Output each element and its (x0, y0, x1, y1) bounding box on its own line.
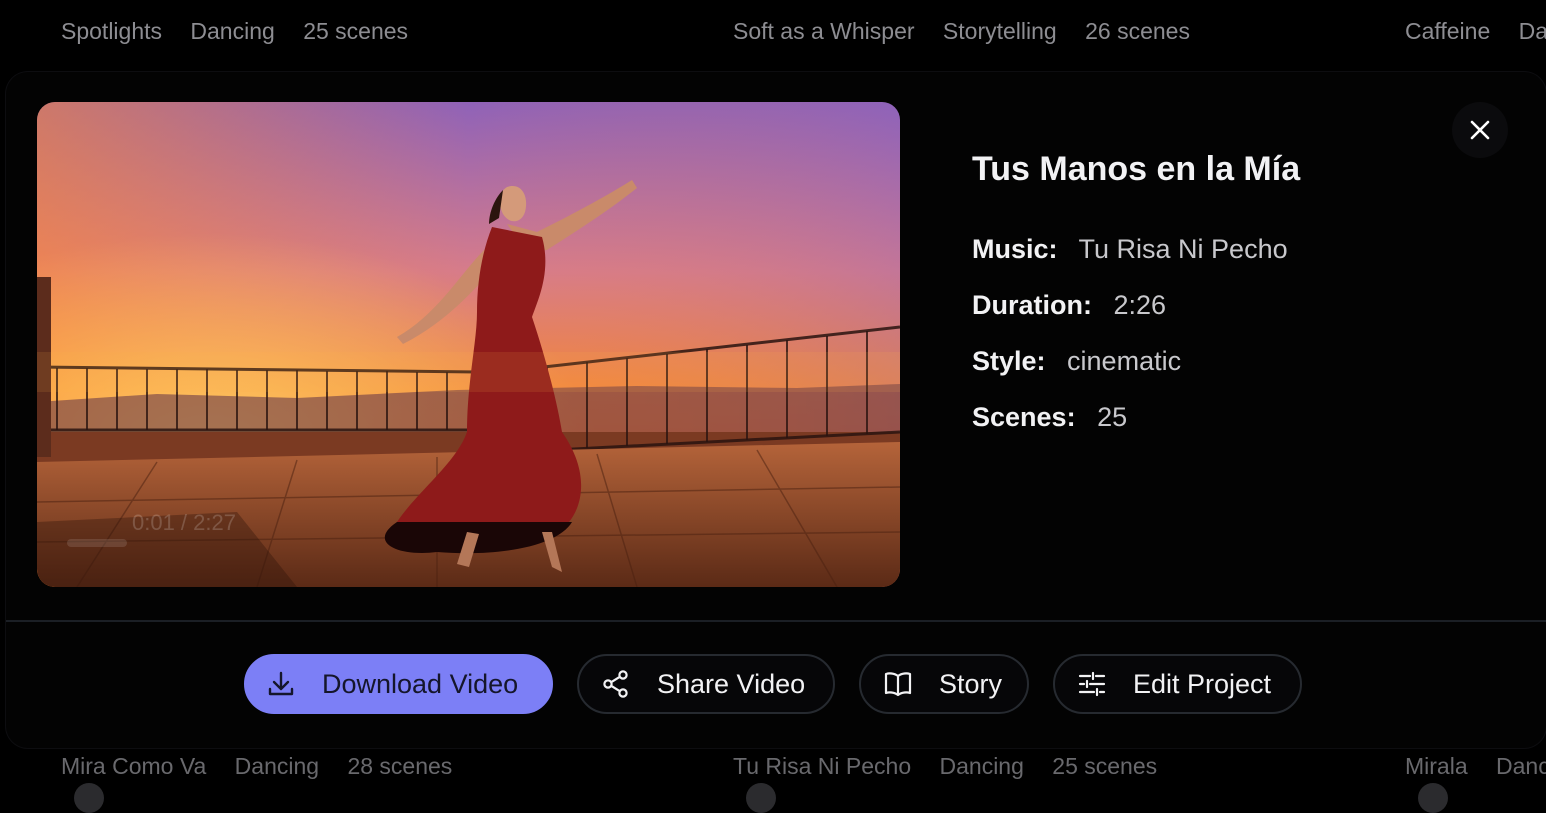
card-title: Tu Risa Ni Pecho (733, 753, 912, 779)
background-card-caption[interactable]: Mira Como Va Dancing 28 scenes (61, 753, 474, 780)
close-button[interactable] (1452, 102, 1508, 158)
download-video-label: Download Video (322, 668, 519, 699)
detail-label: Style: (972, 346, 1046, 376)
detail-label: Music: (972, 234, 1058, 264)
card-category: Storytelling (942, 18, 1057, 44)
background-card-caption[interactable]: Caffeine Da (1405, 18, 1546, 45)
video-time-display: 0:01 / 2:27 (132, 510, 236, 535)
card-scenes: 26 scenes (1085, 18, 1190, 44)
card-category: Da (1518, 18, 1546, 44)
background-row-top: Spotlights Dancing 25 scenes Soft as a W… (0, 0, 1546, 60)
card-category: Dancing (234, 753, 320, 779)
video-title: Tus Manos en la Mía (972, 150, 1301, 188)
close-icon (1470, 120, 1490, 140)
download-video-button[interactable]: Download Video (244, 654, 553, 714)
card-title: Spotlights (61, 18, 163, 44)
video-progress-bar[interactable] (67, 539, 127, 547)
card-category: Dancing (190, 18, 275, 44)
card-title: Soft as a Whisper (733, 18, 915, 44)
detail-value: Tu Risa Ni Pecho (1078, 234, 1288, 264)
detail-style: Style: cinematic (972, 346, 1288, 402)
card-title: Mirala (1405, 753, 1468, 779)
detail-duration: Duration: 2:26 (972, 290, 1288, 346)
edit-project-button[interactable]: Edit Project (1053, 654, 1302, 714)
action-bar: Download Video Share Video Story Edit Pr… (6, 654, 1546, 718)
detail-value: 2:26 (1113, 290, 1167, 320)
avatar (746, 783, 776, 813)
divider (6, 620, 1546, 622)
share-icon (601, 669, 631, 699)
share-video-label: Share Video (657, 668, 806, 699)
detail-label: Scenes: (972, 402, 1076, 432)
card-title: Caffeine (1405, 18, 1491, 44)
story-label: Story (939, 668, 1003, 699)
detail-label: Duration: (972, 290, 1092, 320)
edit-project-label: Edit Project (1133, 668, 1272, 699)
detail-value: 25 (1097, 402, 1128, 432)
background-card-caption[interactable]: Soft as a Whisper Storytelling 26 scenes (733, 18, 1212, 45)
avatar (74, 783, 104, 813)
detail-value: cinematic (1067, 346, 1182, 376)
video-details: Music: Tu Risa Ni Pecho Duration: 2:26 S… (972, 234, 1288, 458)
card-scenes: 28 scenes (347, 753, 453, 779)
download-icon (266, 669, 296, 699)
avatar (1418, 783, 1448, 813)
story-button[interactable]: Story (859, 654, 1029, 714)
card-scenes: 25 scenes (1052, 753, 1158, 779)
book-icon (883, 669, 913, 699)
card-title: Mira Como Va (61, 753, 207, 779)
detail-scenes: Scenes: 25 (972, 402, 1288, 458)
sliders-icon (1077, 669, 1107, 699)
background-card-caption[interactable]: Tu Risa Ni Pecho Dancing 25 scenes (733, 753, 1179, 780)
card-category: Dancing (939, 753, 1024, 779)
detail-music: Music: Tu Risa Ni Pecho (972, 234, 1288, 290)
background-card-caption[interactable]: Mirala Danc (1405, 753, 1546, 780)
video-player[interactable]: 0:01 / 2:27 (37, 102, 900, 587)
share-video-button[interactable]: Share Video (577, 654, 835, 714)
card-scenes: 25 scenes (303, 18, 409, 44)
background-card-caption[interactable]: Spotlights Dancing 25 scenes (61, 18, 430, 45)
card-category: Danc (1496, 753, 1546, 779)
video-detail-modal: 0:01 / 2:27 Tus Manos en la Mía Music: T… (6, 72, 1546, 748)
